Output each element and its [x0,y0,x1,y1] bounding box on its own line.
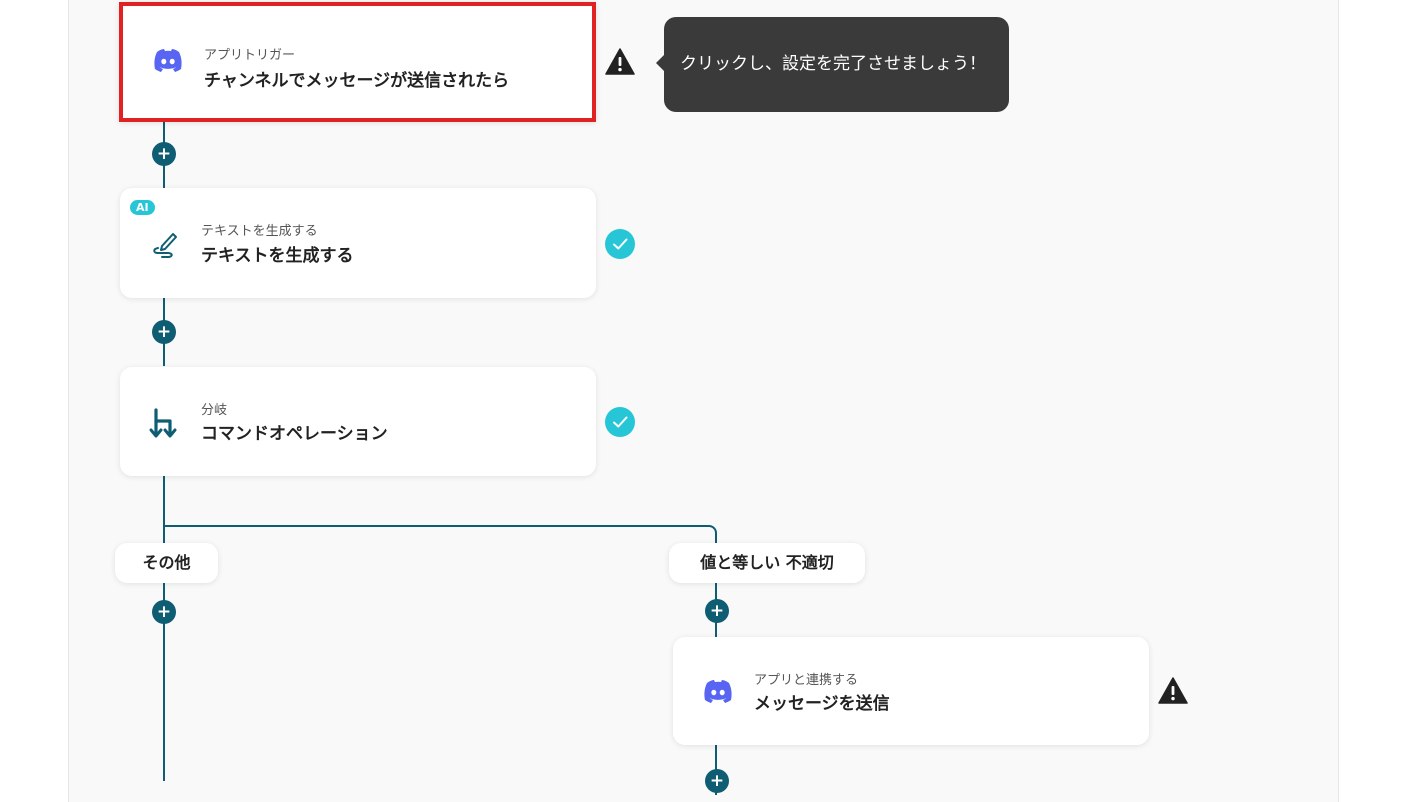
warning-icon [1158,677,1188,704]
trigger-step-card[interactable]: アプリトリガー チャンネルでメッセージが送信されたら [119,2,596,122]
add-step-button[interactable]: + [705,599,729,623]
send-step-title: メッセージを送信 [754,694,890,714]
branch-step-card[interactable]: 分岐 コマンドオペレーション [120,367,596,476]
add-step-button[interactable]: + [705,769,729,793]
check-icon [605,229,635,259]
branch-step-category: 分岐 [201,403,228,418]
discord-icon [704,680,732,703]
trigger-title: チャンネルでメッセージが送信されたら [204,71,510,91]
trigger-category: アプリトリガー [204,48,296,63]
add-step-button[interactable]: + [152,142,176,166]
add-step-button[interactable]: + [152,320,176,344]
ai-text-step-card[interactable]: AI テキストを生成する テキストを生成する [120,188,596,298]
add-step-button[interactable]: + [152,600,176,624]
send-step-category: アプリと連携する [754,673,859,688]
ai-badge: AI [130,200,155,215]
ai-step-category: テキストを生成する [201,224,318,239]
ai-step-title: テキストを生成する [201,246,354,266]
branch-step-title: コマンドオペレーション [201,424,388,444]
discord-icon [154,49,182,72]
branch-icon [149,407,177,437]
warning-icon [605,48,635,75]
setup-tooltip: クリックし、設定を完了させましょう！ [656,17,1009,112]
branch-connector-line [163,525,703,527]
branch-label-equals[interactable]: 値と等しい 不適切 [669,543,865,583]
pen-icon [153,233,177,258]
connector-line [163,476,165,781]
branch-label-other[interactable]: その他 [115,543,218,583]
send-message-step-card[interactable]: アプリと連携する メッセージを送信 [673,637,1149,745]
check-icon [605,407,635,437]
